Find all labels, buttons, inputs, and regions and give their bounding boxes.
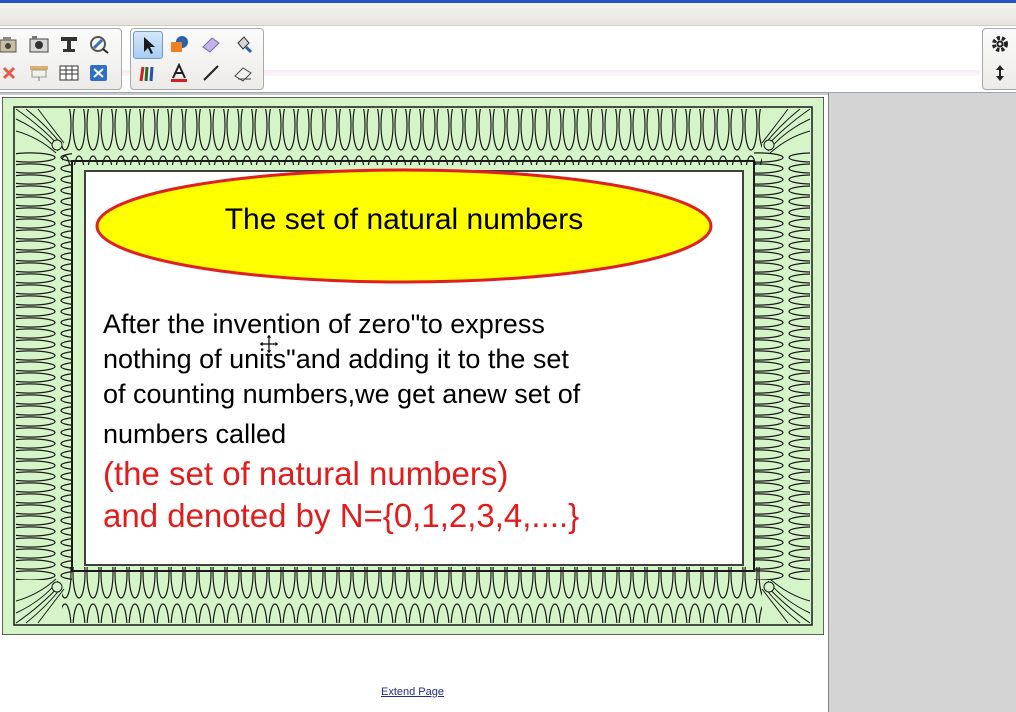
page-top-edge bbox=[0, 93, 828, 95]
folder-camera-icon[interactable] bbox=[0, 31, 23, 57]
move-cursor-icon bbox=[258, 333, 280, 355]
highlight-text-line-1: (the set of natural numbers) bbox=[103, 455, 509, 492]
text-tool-icon[interactable] bbox=[55, 31, 83, 57]
delete-icon[interactable] bbox=[0, 60, 23, 86]
highlight-text-line-2: and denoted by N={0,1,2,3,4,....} bbox=[103, 497, 580, 534]
text-a-icon[interactable] bbox=[165, 60, 193, 86]
body-text-line-1: After the invention of zero"to express bbox=[103, 309, 545, 339]
magic-pen-icon[interactable] bbox=[85, 31, 113, 57]
body-text-line-3: of counting numbers,we get anew set of bbox=[103, 379, 581, 409]
shapes-fill-icon[interactable] bbox=[165, 31, 193, 57]
body-text-line-2: nothing of units"and adding it to the se… bbox=[103, 344, 569, 374]
pens-icon[interactable] bbox=[133, 60, 161, 86]
page-title: The set of natural numbers bbox=[224, 203, 584, 236]
eraser-pink-icon[interactable] bbox=[197, 31, 225, 57]
select-arrow-icon[interactable] bbox=[133, 31, 163, 59]
paint-fill-icon[interactable] bbox=[229, 31, 257, 57]
toolbar-group-left bbox=[0, 28, 122, 90]
side-gray-area bbox=[828, 93, 1016, 712]
close-box-icon[interactable] bbox=[85, 60, 113, 86]
move-toolbar-icon[interactable] bbox=[986, 60, 1014, 86]
settings-gear-icon[interactable] bbox=[986, 31, 1014, 57]
extend-page-link[interactable]: Extend Page bbox=[381, 686, 444, 698]
menu-strip bbox=[0, 3, 1016, 26]
toolbar-group-right bbox=[982, 28, 1016, 90]
toolbar-group-main bbox=[130, 28, 264, 90]
camera-icon[interactable] bbox=[25, 31, 53, 57]
body-text-line-4: numbers called bbox=[103, 419, 287, 449]
line-icon[interactable] bbox=[197, 60, 225, 86]
eraser-icon[interactable] bbox=[229, 60, 257, 86]
table-icon[interactable] bbox=[55, 60, 83, 86]
screen-shade-icon[interactable] bbox=[25, 60, 53, 86]
